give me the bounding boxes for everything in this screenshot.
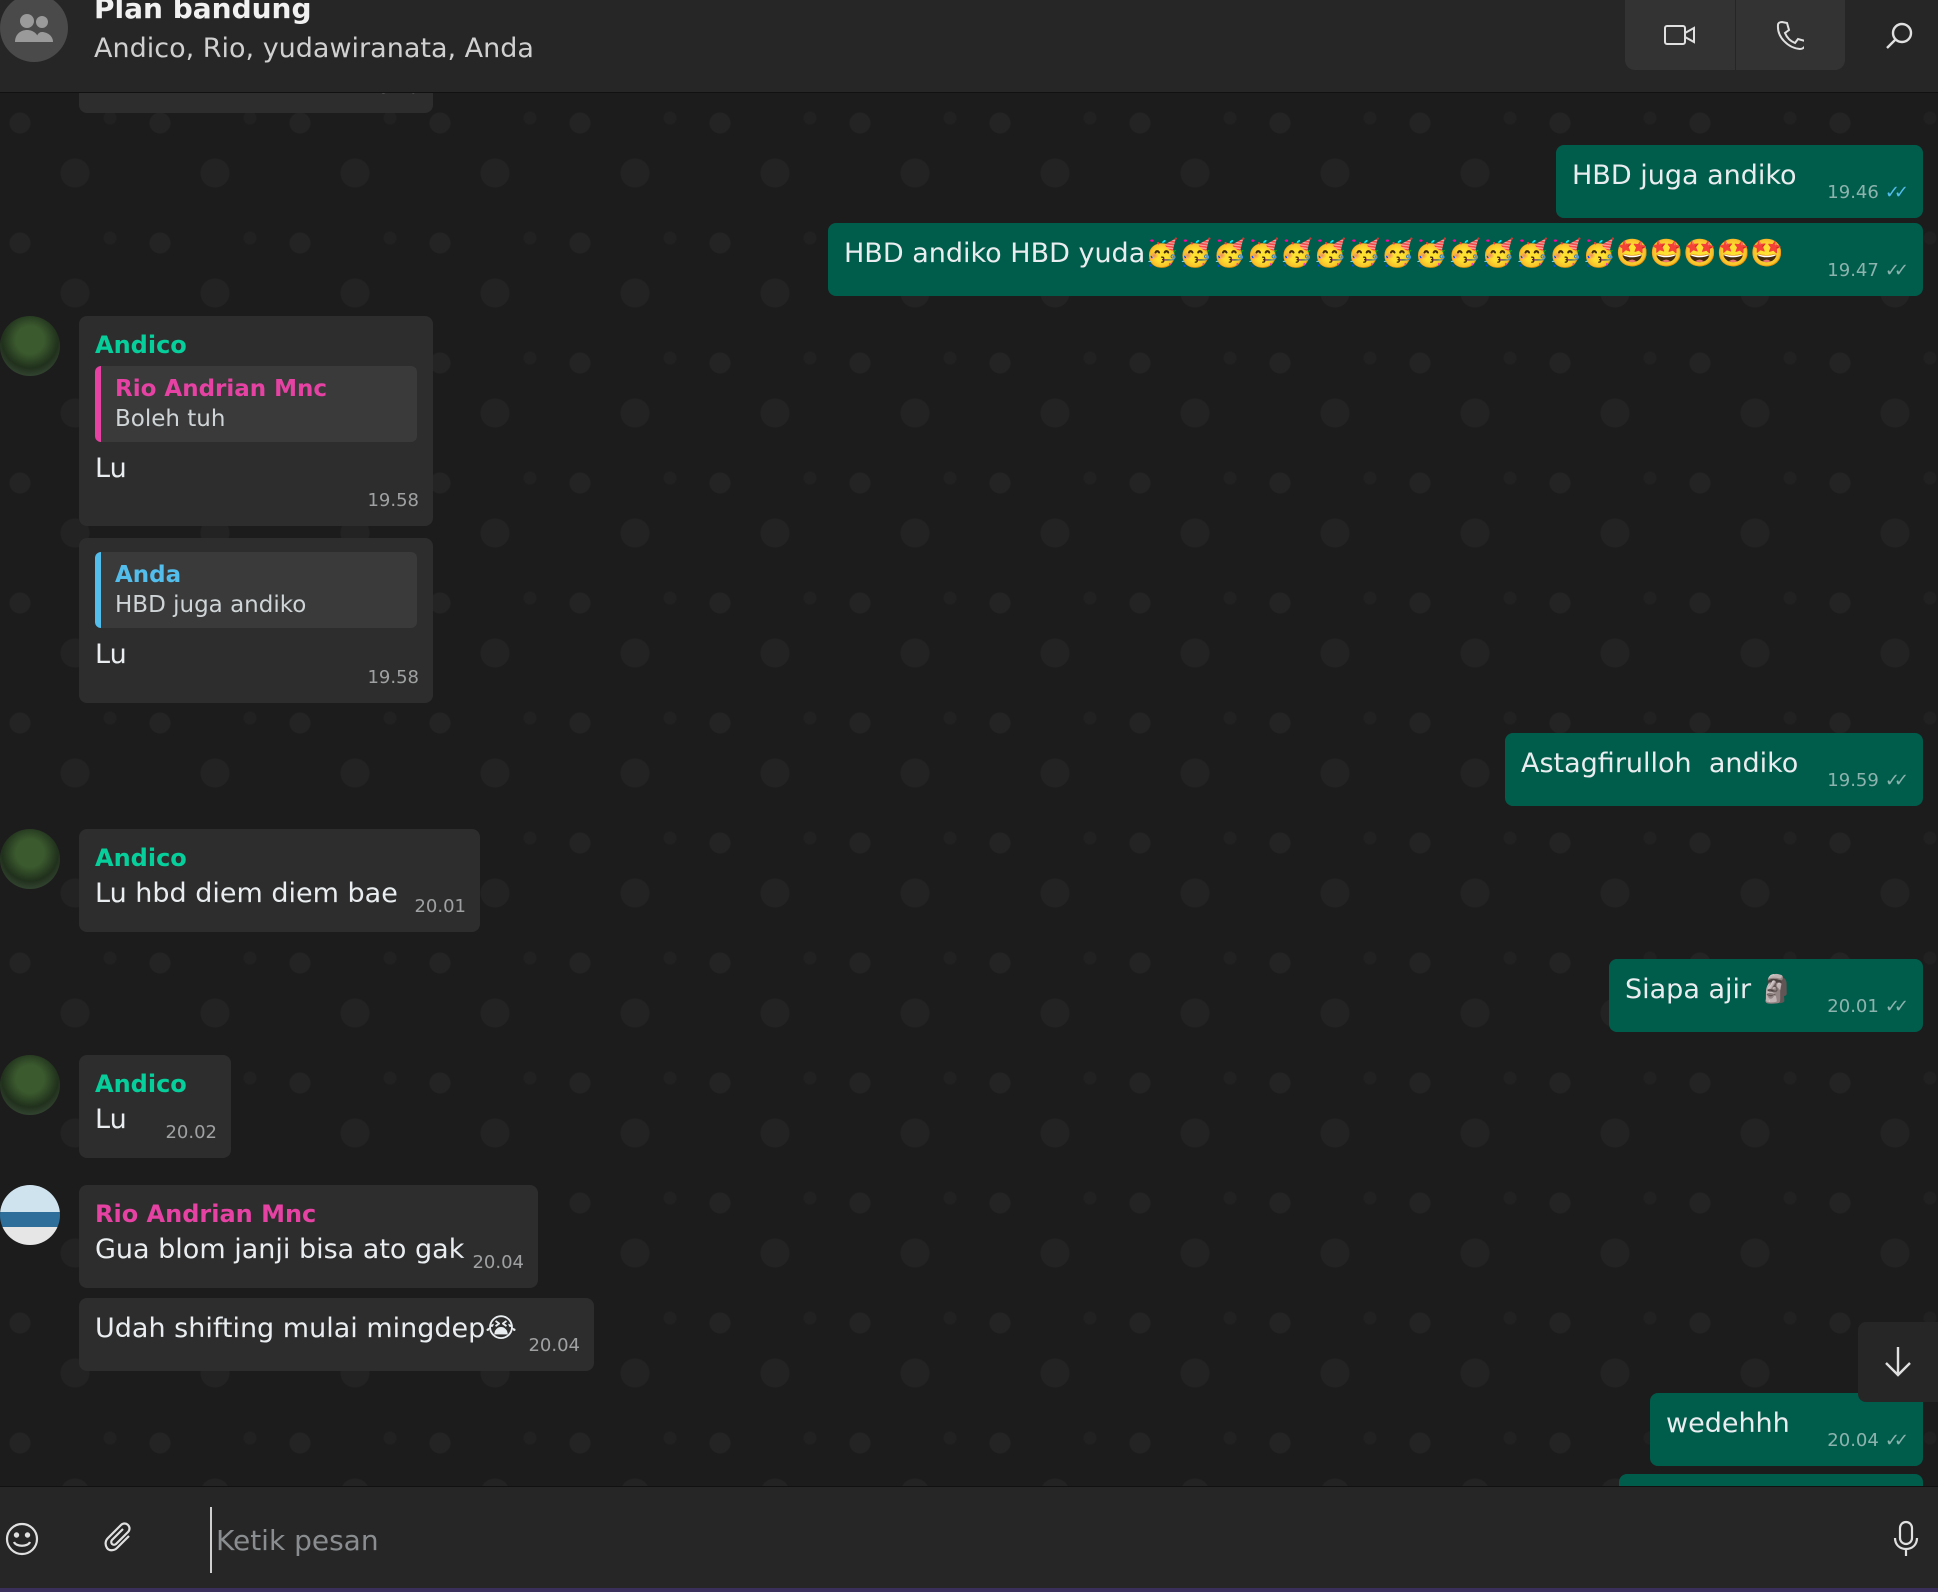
message-bubble-incoming[interactable]: Andico Lu 20.02 [79, 1055, 231, 1158]
quoted-message[interactable]: Anda HBD juga andiko [95, 552, 417, 628]
avatar[interactable] [0, 1185, 60, 1245]
mic-icon [1893, 1520, 1919, 1556]
message-bubble-incoming[interactable]: Andico Lu hbd diem diem bae 20.01 [79, 829, 480, 932]
attach-button[interactable] [98, 1517, 142, 1561]
delivered-ticks-icon: ✓✓ [1884, 770, 1909, 791]
message-bubble-incoming[interactable]: Andico Rio Andrian Mnc Boleh tuh Lu 19.5… [79, 316, 433, 526]
message-input[interactable] [210, 1507, 1858, 1573]
delivered-ticks-icon: ✓✓ [1884, 260, 1909, 281]
message-time: 20.04 ✓✓ [1827, 1424, 1909, 1458]
message-bubble-outgoing[interactable] [1619, 1474, 1923, 1486]
message-composer [0, 1486, 1938, 1592]
scroll-to-bottom-button[interactable] [1858, 1322, 1938, 1402]
search-button[interactable] [1875, 12, 1923, 60]
message-bubble-outgoing[interactable]: HBD andiko HBD yuda🥳🥳🥳🥳🥳🥳🥳🥳🥳🥳🥳🥳🥳🥳🤩🤩🤩🤩🤩 1… [828, 223, 1923, 296]
emoji-icon [5, 1522, 39, 1556]
message-bubble-incoming[interactable]: Anda HBD juga andiko Lu 19.58 [79, 538, 433, 703]
message-text: Lu hbd diem diem bae [95, 878, 398, 909]
search-icon [1886, 22, 1913, 49]
message-time: 19.46 ✓✓ [1827, 176, 1909, 210]
emoji-button[interactable] [0, 1517, 44, 1561]
read-ticks-icon: ✓✓ [1884, 182, 1909, 203]
group-avatar[interactable] [0, 0, 68, 62]
message-time: 20.01 ✓✓ [1827, 990, 1909, 1024]
message-time: 20.01 [414, 896, 466, 917]
mic-button[interactable] [1884, 1517, 1928, 1561]
message-text: HBD andiko HBD yuda🥳🥳🥳🥳🥳🥳🥳🥳🥳🥳🥳🥳🥳🥳🤩🤩🤩🤩🤩 [844, 237, 1907, 271]
message-bubble-outgoing[interactable]: HBD juga andiko 19.46 ✓✓ [1556, 145, 1923, 218]
video-call-icon [1663, 25, 1695, 45]
quote-text: HBD juga andiko [115, 592, 307, 618]
message-time: 20.04 [472, 1252, 524, 1273]
video-call-button[interactable] [1625, 0, 1735, 70]
message-time: 20.04 [528, 1335, 580, 1356]
message-time: 19.58 [367, 667, 419, 688]
voice-call-icon [1777, 20, 1805, 50]
message-bubble-outgoing[interactable]: wedehhh 20.04 ✓✓ [1650, 1393, 1923, 1466]
call-buttons [1625, 0, 1845, 70]
chat-header: Plan bandung Andico, Rio, yudawiranata, … [0, 0, 1938, 93]
delivered-ticks-icon: ✓✓ [1884, 996, 1909, 1017]
sender-name[interactable]: Andico [95, 1069, 215, 1099]
avatar[interactable] [0, 316, 60, 376]
arrow-down-icon [1885, 1347, 1911, 1377]
sender-name[interactable]: Andico [95, 843, 464, 873]
message-list[interactable]: 19.46 HBD juga andiko 19.46✓✓ HBD andiko… [0, 93, 1938, 1486]
avatar[interactable] [0, 1055, 60, 1115]
message-bubble-outgoing[interactable]: Siapa ajir 🗿 20.01 ✓✓ [1609, 959, 1923, 1032]
message-time: 19.47 ✓✓ [1827, 254, 1909, 288]
message-bubble-incoming[interactable]: Udah shifting mulai mingdep😭 20.04 [79, 1298, 594, 1371]
sender-name[interactable]: Rio Andrian Mnc [95, 1199, 522, 1229]
chat-title[interactable]: Plan bandung [94, 0, 312, 25]
message-text-content: HBD andiko HBD yuda🥳🥳🥳🥳🥳🥳🥳🥳🥳🥳🥳🥳🥳🥳🤩🤩🤩🤩🤩 [844, 238, 1784, 269]
chat-members[interactable]: Andico, Rio, yudawiranata, Anda [94, 33, 534, 64]
message-time: 19.58 [367, 490, 419, 511]
attach-icon [104, 1522, 131, 1552]
quoted-message[interactable]: Rio Andrian Mnc Boleh tuh [95, 366, 417, 442]
message-time: 20.02 [165, 1122, 217, 1143]
group-icon [15, 14, 53, 42]
avatar[interactable] [0, 829, 60, 889]
message-bubble[interactable]: 19.46 [79, 93, 433, 113]
message-text: Gua blom janji bisa ato gak [95, 1234, 465, 1265]
quote-text: Boleh tuh [115, 406, 226, 432]
voice-call-button[interactable] [1736, 0, 1846, 70]
message-text: Lu [95, 453, 127, 484]
quote-sender: Anda [115, 562, 182, 588]
message-text: Udah shifting mulai mingdep😭 [95, 1313, 517, 1344]
message-time: 19.59 ✓✓ [1827, 764, 1909, 798]
sender-name[interactable]: Andico [95, 330, 417, 360]
divider [0, 1588, 1938, 1592]
message-bubble-outgoing[interactable]: Astagfirulloh andiko 19.59 ✓✓ [1505, 733, 1923, 806]
message-bubble-incoming[interactable]: Rio Andrian Mnc Gua blom janji bisa ato … [79, 1185, 538, 1288]
delivered-ticks-icon: ✓✓ [1884, 1430, 1909, 1451]
quote-sender: Rio Andrian Mnc [115, 376, 328, 402]
message-time: 19.46 [367, 93, 419, 105]
